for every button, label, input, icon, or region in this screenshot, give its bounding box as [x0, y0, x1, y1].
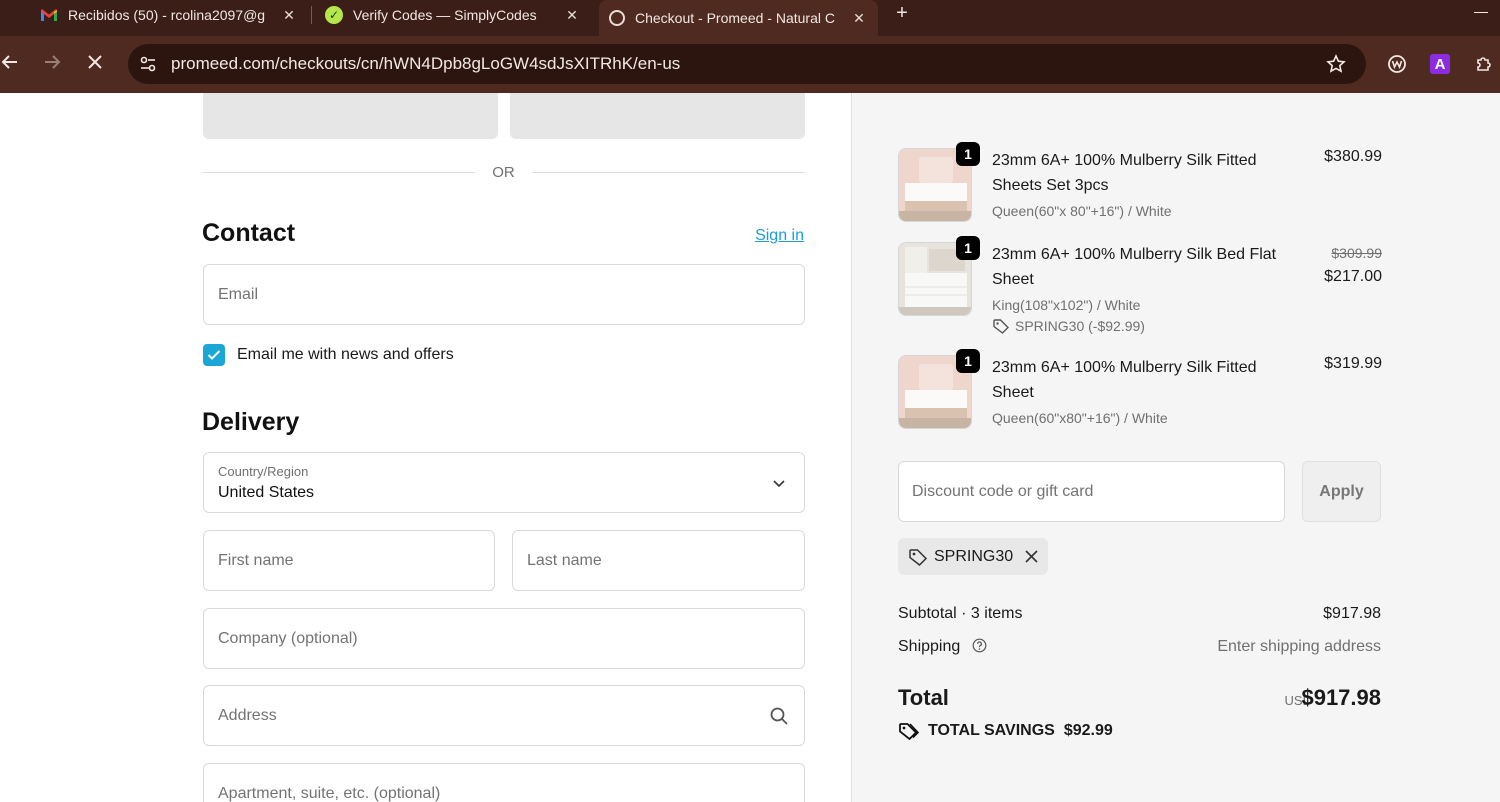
- simplycodes-icon: ✓: [325, 6, 343, 24]
- cart-item: 1 23mm 6A+ 100% Mulberry Silk Bed Flat S…: [898, 236, 1382, 334]
- cart-item: 1 23mm 6A+ 100% Mulberry Silk Fitted She…: [898, 349, 1382, 430]
- address-bar[interactable]: promeed.com/checkouts/cn/hWN4Dpb8gLoGW4s…: [128, 44, 1366, 84]
- discount-tag-icon: [909, 548, 928, 566]
- express-checkout-button[interactable]: [510, 93, 805, 139]
- w-extension-icon[interactable]: [1386, 53, 1408, 75]
- original-price: $309.99: [1331, 245, 1382, 261]
- total-savings: TOTAL SAVINGS $92.99: [898, 722, 1113, 740]
- close-tab-icon[interactable]: ✕: [280, 7, 298, 24]
- contact-heading: Contact: [202, 219, 296, 247]
- or-text: OR: [478, 164, 529, 181]
- country-select[interactable]: Country/Region United States: [203, 452, 805, 513]
- search-icon[interactable]: [768, 705, 790, 727]
- a-extension-icon[interactable]: A: [1430, 54, 1450, 74]
- cart-item: 1 23mm 6A+ 100% Mulberry Silk Fitted She…: [898, 142, 1382, 223]
- item-variant: Queen(60"x80"+16") / White: [992, 410, 1168, 426]
- shipping-label: Shipping: [898, 638, 961, 655]
- browser-toolbar: promeed.com/checkouts/cn/hWN4Dpb8gLoGW4s…: [0, 36, 1500, 93]
- tab-title: Checkout - Promeed - Natural C: [635, 10, 835, 26]
- total-label: Total: [898, 685, 949, 710]
- back-icon[interactable]: [0, 48, 24, 76]
- company-field[interactable]: Company (optional): [203, 608, 805, 669]
- address-placeholder: Address: [218, 707, 277, 724]
- tab-title: Verify Codes — SimplyCodes: [353, 7, 537, 23]
- address-field[interactable]: Address: [203, 685, 805, 746]
- total-value: $917.98: [1301, 685, 1381, 710]
- applied-code-text: SPRING30: [934, 547, 1014, 565]
- discount-code-input[interactable]: Discount code or gift card: [898, 461, 1285, 522]
- tab-promeed-checkout[interactable]: Checkout - Promeed - Natural C ✕: [599, 0, 878, 36]
- item-discount-text: SPRING30 (-$92.99): [1015, 318, 1145, 334]
- chevron-down-icon: [768, 472, 790, 494]
- item-price: $380.99: [1324, 148, 1382, 165]
- company-placeholder: Company (optional): [218, 630, 358, 647]
- applied-discount-chip: SPRING30: [898, 538, 1048, 575]
- sign-in-link[interactable]: Sign in: [755, 227, 804, 245]
- discount-placeholder: Discount code or gift card: [912, 483, 1094, 500]
- remove-discount-icon[interactable]: [1023, 549, 1039, 565]
- tab-title: Recibidos (50) - rcolina2097@g: [68, 7, 266, 23]
- browser-tab-strip: Recibidos (50) - rcolina2097@g ✕ ✓ Verif…: [0, 0, 1500, 36]
- quantity-badge: 1: [956, 236, 980, 260]
- delivery-heading: Delivery: [202, 408, 300, 436]
- shipping-row: Shipping Enter shipping address: [898, 638, 1381, 658]
- shipping-value: Enter shipping address: [1217, 638, 1381, 655]
- subtotal-row: Subtotal · 3 items $917.98: [898, 605, 1381, 623]
- checkout-page: OR Contact Sign in Email Email me with n…: [0, 93, 1500, 802]
- item-name: 23mm 6A+ 100% Mulberry Silk Bed Flat She…: [992, 246, 1277, 288]
- newsletter-option[interactable]: Email me with news and offers: [203, 343, 454, 367]
- subtotal-value: $917.98: [1323, 605, 1381, 622]
- help-icon[interactable]: [972, 638, 987, 658]
- savings-value: $92.99: [1063, 722, 1113, 739]
- apartment-field[interactable]: Apartment, suite, etc. (optional): [203, 763, 805, 802]
- tab-gmail[interactable]: Recibidos (50) - rcolina2097@g ✕: [40, 0, 298, 30]
- checkmark-icon: [207, 350, 221, 360]
- checkout-form-column: OR Contact Sign in Email Email me with n…: [0, 93, 851, 802]
- express-checkout-button[interactable]: [203, 93, 498, 139]
- item-variant: Queen(60"x 80"+16") / White: [992, 203, 1172, 219]
- tab-separator: [311, 6, 312, 24]
- item-discount: SPRING30 (-$92.99): [992, 318, 1145, 334]
- last-name-field[interactable]: Last name: [512, 530, 805, 591]
- discount-tag-icon: [993, 319, 1009, 334]
- item-price: $217.00: [1324, 268, 1382, 285]
- close-tab-icon[interactable]: ✕: [563, 7, 581, 24]
- stop-loading-icon[interactable]: [81, 48, 109, 76]
- item-price: $319.99: [1324, 355, 1382, 372]
- site-info-icon[interactable]: [136, 52, 160, 76]
- newsletter-checkbox[interactable]: [203, 344, 225, 366]
- last-name-placeholder: Last name: [527, 552, 602, 569]
- promeed-icon: [609, 10, 625, 26]
- forward-icon[interactable]: [38, 48, 66, 76]
- item-variant: King(108"x102") / White: [992, 297, 1141, 313]
- bookmark-star-icon[interactable]: [1324, 52, 1348, 76]
- email-placeholder: Email: [218, 286, 259, 303]
- newsletter-label: Email me with news and offers: [237, 346, 454, 363]
- first-name-placeholder: First name: [218, 552, 294, 569]
- or-divider: OR: [202, 163, 805, 183]
- subtotal-label: Subtotal · 3 items: [898, 605, 1023, 622]
- apartment-placeholder: Apartment, suite, etc. (optional): [218, 785, 441, 802]
- email-field[interactable]: Email: [203, 264, 805, 325]
- country-label: Country/Region: [218, 464, 309, 479]
- tab-simplycodes[interactable]: ✓ Verify Codes — SimplyCodes ✕: [325, 0, 581, 30]
- first-name-field[interactable]: First name: [203, 530, 495, 591]
- url-text[interactable]: promeed.com/checkouts/cn/hWN4Dpb8gLoGW4s…: [171, 54, 680, 74]
- item-name: 23mm 6A+ 100% Mulberry Silk Fitted Sheet…: [992, 152, 1257, 194]
- minimize-icon[interactable]: [1474, 0, 1488, 26]
- quantity-badge: 1: [956, 349, 980, 373]
- item-name: 23mm 6A+ 100% Mulberry Silk Fitted Sheet: [992, 359, 1257, 401]
- close-tab-icon[interactable]: ✕: [850, 10, 868, 27]
- country-value: United States: [218, 484, 315, 501]
- savings-label: TOTAL SAVINGS: [928, 722, 1055, 739]
- new-tab-button[interactable]: +: [892, 0, 912, 26]
- gmail-icon: [40, 6, 58, 24]
- quantity-badge: 1: [956, 142, 980, 166]
- apply-button[interactable]: Apply: [1302, 461, 1381, 522]
- savings-tag-icon: [899, 723, 920, 740]
- extensions-puzzle-icon[interactable]: [1473, 53, 1495, 75]
